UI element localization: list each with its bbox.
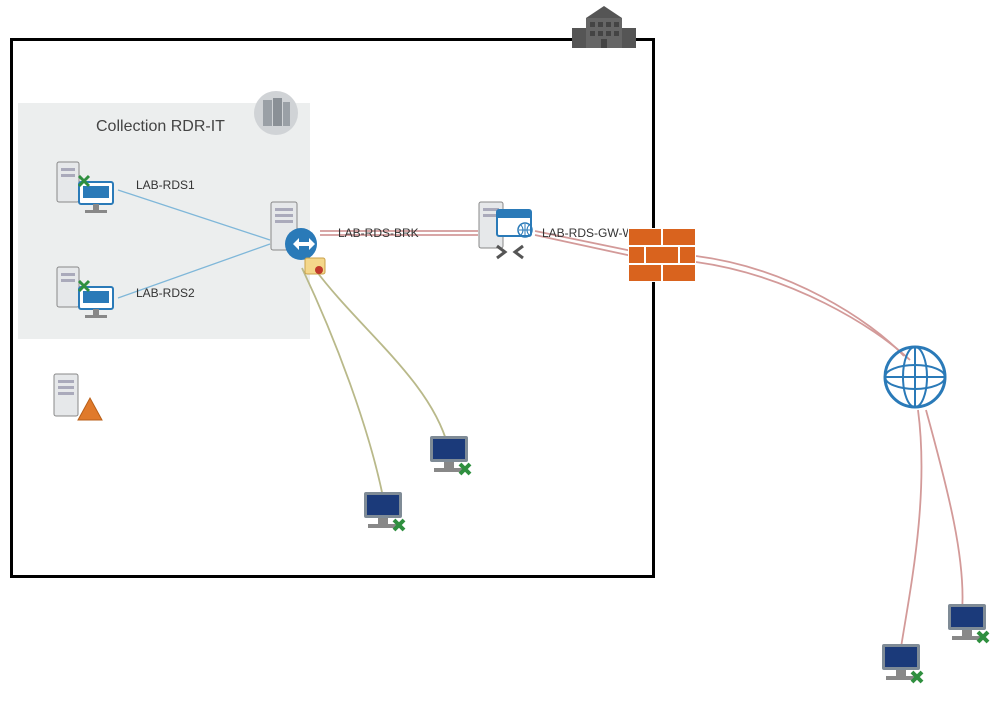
cluster-icon <box>253 90 299 141</box>
building-icon <box>572 4 636 50</box>
client-wan-2-icon <box>942 600 996 655</box>
ad-server-icon <box>48 370 104 431</box>
client-lan-2-icon <box>424 432 478 487</box>
broker-server-icon <box>265 200 331 283</box>
internet-globe-icon <box>882 344 948 415</box>
rds1-label: LAB-RDS1 <box>136 178 195 192</box>
client-wan-1-icon <box>876 640 930 695</box>
rds2-label: LAB-RDS2 <box>136 286 195 300</box>
collection-title: Collection RDR-IT <box>96 118 225 136</box>
rds1-server-icon <box>55 160 121 221</box>
firewall-icon <box>628 228 696 282</box>
client-lan-1-icon <box>358 488 412 543</box>
rds2-server-icon <box>55 265 121 326</box>
gateway-server-icon <box>475 200 539 271</box>
broker-label: LAB-RDS-BRK <box>338 226 419 240</box>
